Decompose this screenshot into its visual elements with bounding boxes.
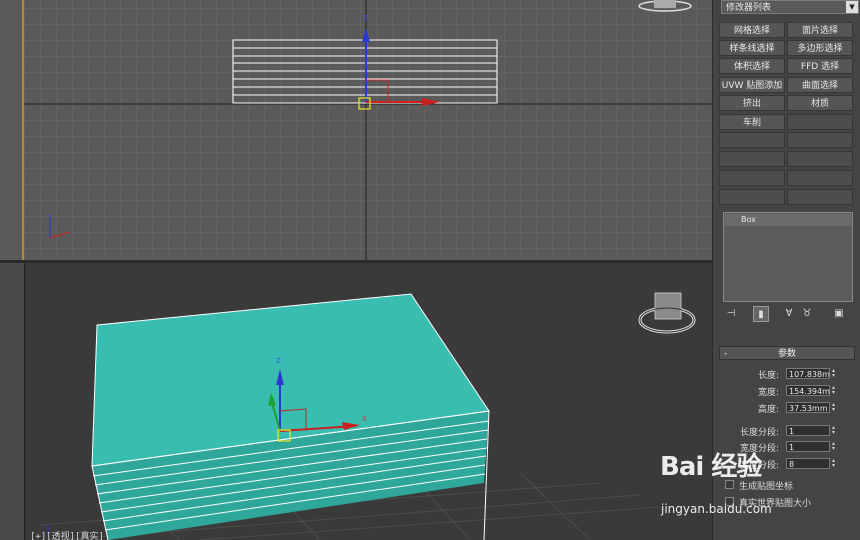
vol-select-button[interactable]: 体积选择	[719, 58, 785, 74]
configure-sets-icon[interactable]: ▣	[831, 306, 847, 322]
viewport-label[interactable]: [+][透视][真实]	[30, 529, 104, 540]
left-viewport-strip-bottom[interactable]	[0, 263, 25, 540]
length-segs-field[interactable]: 1	[786, 425, 830, 436]
empty-button[interactable]	[719, 170, 785, 186]
pin-stack-icon[interactable]: ⊣	[723, 306, 739, 322]
length-segs-spinner[interactable]: ▴ ▾	[832, 425, 838, 436]
height-segs-spinner[interactable]: ▴ ▾	[832, 458, 838, 469]
height-field[interactable]: 37.53mm	[786, 402, 830, 413]
height-label: 高度:	[757, 405, 779, 415]
spline-select-button[interactable]: 样条线选择	[719, 40, 785, 56]
lathe-button[interactable]: 车削	[719, 114, 785, 130]
chevron-down-icon[interactable]: ▼	[846, 1, 858, 13]
make-unique-icon[interactable]: ∀	[781, 306, 797, 322]
remove-modifier-icon[interactable]: ♉	[799, 306, 815, 322]
empty-button[interactable]	[787, 114, 853, 130]
patch-select-button[interactable]: 面片选择	[787, 22, 853, 38]
width-spinner[interactable]: ▴ ▾	[832, 385, 838, 396]
baidu-watermark: Bai 经验	[660, 452, 762, 482]
empty-button[interactable]	[787, 151, 853, 167]
left-viewport-strip[interactable]	[0, 0, 24, 260]
mesh-select-button[interactable]: 网格选择	[719, 22, 785, 38]
poly-select-button[interactable]: 多边形选择	[787, 40, 853, 56]
extrude-button[interactable]: 挤出	[719, 95, 785, 111]
empty-button[interactable]	[787, 132, 853, 148]
width-segs-spinner[interactable]: ▴ ▾	[832, 441, 838, 452]
modifier-list-dropdown[interactable]: 修改器列表 ▼	[721, 0, 859, 14]
height-segs-field[interactable]: 8	[786, 458, 830, 469]
gizmo-z-label: Z	[363, 14, 368, 22]
empty-button[interactable]	[719, 132, 785, 148]
perspective-scene: Z X	[39, 292, 696, 540]
collapse-icon[interactable]: -	[724, 347, 727, 361]
length-segs-label: 长度分段:	[739, 428, 779, 438]
stack-toolbar: ⊣ ▮ ∀ ♉ ▣	[723, 306, 853, 322]
viewcube[interactable]	[638, 292, 696, 334]
uvw-map-add-button[interactable]: UVW 贴图添加	[719, 77, 785, 93]
empty-button[interactable]	[719, 189, 785, 205]
rollout-title: 参数	[777, 349, 796, 359]
width-label: 宽度:	[757, 388, 779, 398]
top-viewport-grid: Z	[0, 0, 712, 260]
baidu-watermark-url: jingyan.baidu.com	[661, 502, 772, 516]
material-button[interactable]: 材质	[787, 95, 853, 111]
length-spinner[interactable]: ▴ ▾	[832, 368, 838, 379]
show-end-result-icon[interactable]: ▮	[753, 306, 769, 322]
ffd-select-button[interactable]: FFD 选择	[787, 58, 853, 74]
width-segs-field[interactable]: 1	[786, 441, 830, 452]
length-field[interactable]: 107.838m	[786, 368, 830, 379]
box-object[interactable]	[91, 293, 490, 540]
empty-button[interactable]	[719, 151, 785, 167]
height-spinner[interactable]: ▴ ▾	[832, 402, 838, 413]
stack-item-box[interactable]: Box	[725, 214, 851, 226]
empty-button[interactable]	[787, 189, 853, 205]
perspective-viewport[interactable]: Z X [+][透视][真实]	[0, 263, 712, 540]
width-field[interactable]: 154.394m	[786, 385, 830, 396]
modifier-stack[interactable]: Box	[723, 212, 853, 302]
length-label: 长度:	[757, 371, 779, 381]
svg-text:X: X	[362, 415, 367, 423]
parameters-rollout[interactable]: - 参数	[719, 346, 855, 360]
surface-select-button[interactable]: 曲面选择	[787, 77, 853, 93]
svg-text:Z: Z	[276, 357, 281, 365]
modifier-list-value: 修改器列表	[726, 3, 772, 13]
empty-button[interactable]	[787, 170, 853, 186]
top-viewport[interactable]: Z	[0, 0, 712, 260]
